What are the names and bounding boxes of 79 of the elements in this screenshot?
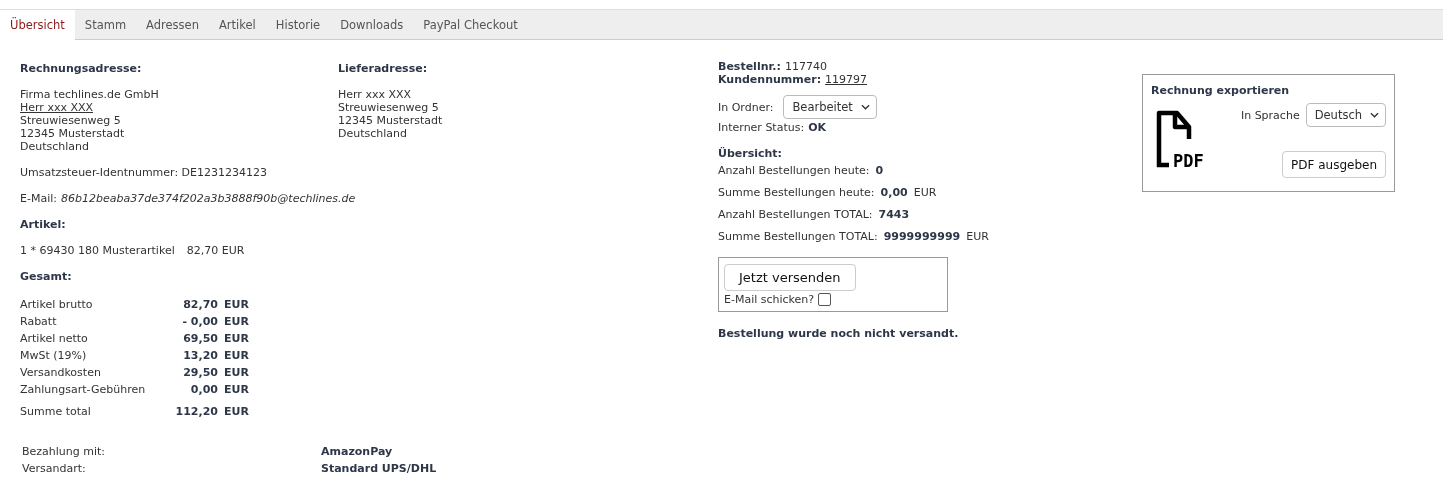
pdf-export-button[interactable]: PDF ausgeben bbox=[1282, 151, 1386, 178]
address-line: Deutschland bbox=[20, 140, 90, 153]
tab[interactable]: Historie bbox=[265, 10, 331, 40]
address-line: Deutschland bbox=[338, 127, 408, 140]
currency: EUR bbox=[224, 315, 249, 328]
address-line: 12345 Musterstadt bbox=[338, 114, 443, 127]
section-heading: Rechnungsadresse: bbox=[20, 62, 143, 75]
tab[interactable]: PayPal Checkout bbox=[413, 10, 528, 40]
tab[interactable]: Downloads bbox=[330, 10, 414, 40]
payment-label: Bezahlung mit: bbox=[22, 444, 107, 460]
total-label: MwSt (19%) bbox=[20, 349, 88, 362]
email-checkbox[interactable] bbox=[818, 293, 832, 306]
total-amount: 69,50 bbox=[182, 332, 218, 345]
currency: EUR bbox=[224, 298, 249, 311]
status-value: OK bbox=[808, 121, 827, 134]
tab[interactable]: Übersicht bbox=[0, 10, 75, 40]
section-heading: Übersicht: bbox=[718, 147, 784, 160]
total-label: Summe total bbox=[20, 405, 92, 418]
customer-number-link[interactable]: 119797 bbox=[825, 73, 868, 86]
currency: EUR bbox=[224, 332, 249, 345]
currency: EUR bbox=[224, 383, 249, 396]
shipping-status: Bestellung wurde noch nicht versandt. bbox=[718, 327, 960, 340]
address-line: Streuwiesenweg 5 bbox=[20, 114, 121, 127]
stat-value: 0 bbox=[875, 163, 884, 179]
vat-id: Umsatzsteuer-Identnummer: DE1231234123 bbox=[20, 166, 269, 179]
total-amount: - 0,00 bbox=[181, 315, 218, 328]
article-description: 1 * 69430 180 Musterartikel bbox=[20, 244, 175, 257]
tab[interactable]: Artikel bbox=[208, 10, 266, 40]
currency: EUR bbox=[224, 366, 249, 379]
total-amount: 82,70 bbox=[182, 298, 218, 311]
payment-value: Standard UPS/DHL bbox=[321, 461, 437, 477]
total-label: Artikel brutto bbox=[20, 298, 94, 311]
address-line: Firma techlines.de GmbH bbox=[20, 88, 159, 101]
email-label: E-Mail: bbox=[20, 192, 57, 205]
stat-label: Summe Bestellungen heute: bbox=[718, 185, 875, 201]
payment-label: Versandart: bbox=[22, 461, 87, 477]
language-select[interactable]: Deutsch bbox=[1305, 103, 1386, 127]
total-amount: 13,20 bbox=[182, 349, 218, 362]
chevron-icon bbox=[1370, 112, 1379, 118]
section-heading: Lieferadresse: bbox=[338, 62, 429, 75]
total-amount: 0,00 bbox=[189, 383, 218, 396]
total-label: Rabatt bbox=[20, 315, 58, 328]
article-price: 82,70 EUR bbox=[186, 244, 245, 257]
total-amount: 29,50 bbox=[182, 366, 218, 379]
folder-label: In Ordner: bbox=[718, 100, 774, 114]
address-line: 12345 Musterstadt bbox=[20, 127, 125, 140]
tab[interactable]: Adressen bbox=[136, 10, 209, 40]
language-label: In Sprache bbox=[1240, 108, 1300, 122]
stat-label: Anzahl Bestellungen TOTAL: bbox=[718, 207, 873, 223]
currency: EUR bbox=[224, 405, 249, 418]
folder-select[interactable]: Bearbeitet bbox=[783, 95, 877, 119]
stat-value: 0,00 bbox=[880, 185, 908, 201]
stat-value: 9999999999 bbox=[883, 229, 961, 245]
total-amount: 112,20 bbox=[174, 405, 218, 418]
panel-title: Rechnung exportieren bbox=[1151, 84, 1291, 97]
email-address: 86b12beaba37de374f202a3b3888f90b@techlines.de bbox=[61, 192, 356, 205]
section-heading: Gesamt: bbox=[20, 270, 73, 283]
order-number: 117740 bbox=[784, 60, 827, 73]
send-button[interactable]: Jetzt versenden bbox=[724, 264, 856, 291]
total-label: Zahlungsart-Gebühren bbox=[20, 383, 147, 396]
payment-value: AmazonPay bbox=[321, 444, 393, 460]
order-number-label: Bestellnr.: bbox=[718, 60, 781, 73]
total-label: Versandkosten bbox=[20, 366, 102, 379]
chevron-icon bbox=[860, 104, 870, 110]
address-line: Herr xxx XXX bbox=[338, 88, 412, 101]
address-line: Streuwiesenweg 5 bbox=[338, 101, 439, 114]
tab[interactable]: Stamm bbox=[74, 10, 137, 40]
stat-value: 7443 bbox=[878, 207, 910, 223]
stat-unit: EUR bbox=[913, 185, 937, 201]
checkbox-label: E-Mail schicken? bbox=[724, 293, 815, 306]
name-link[interactable]: Herr xxx XXX bbox=[20, 101, 94, 114]
stat-label: Summe Bestellungen TOTAL: bbox=[718, 229, 878, 245]
stat-label: Anzahl Bestellungen heute: bbox=[718, 163, 870, 179]
section-heading: Artikel: bbox=[20, 218, 67, 231]
customer-number-label: Kundennummer: bbox=[718, 73, 822, 86]
currency: EUR bbox=[224, 349, 249, 362]
stat-unit: EUR bbox=[966, 229, 989, 245]
status-label: Interner Status: bbox=[718, 121, 805, 134]
total-label: Artikel netto bbox=[20, 332, 89, 345]
